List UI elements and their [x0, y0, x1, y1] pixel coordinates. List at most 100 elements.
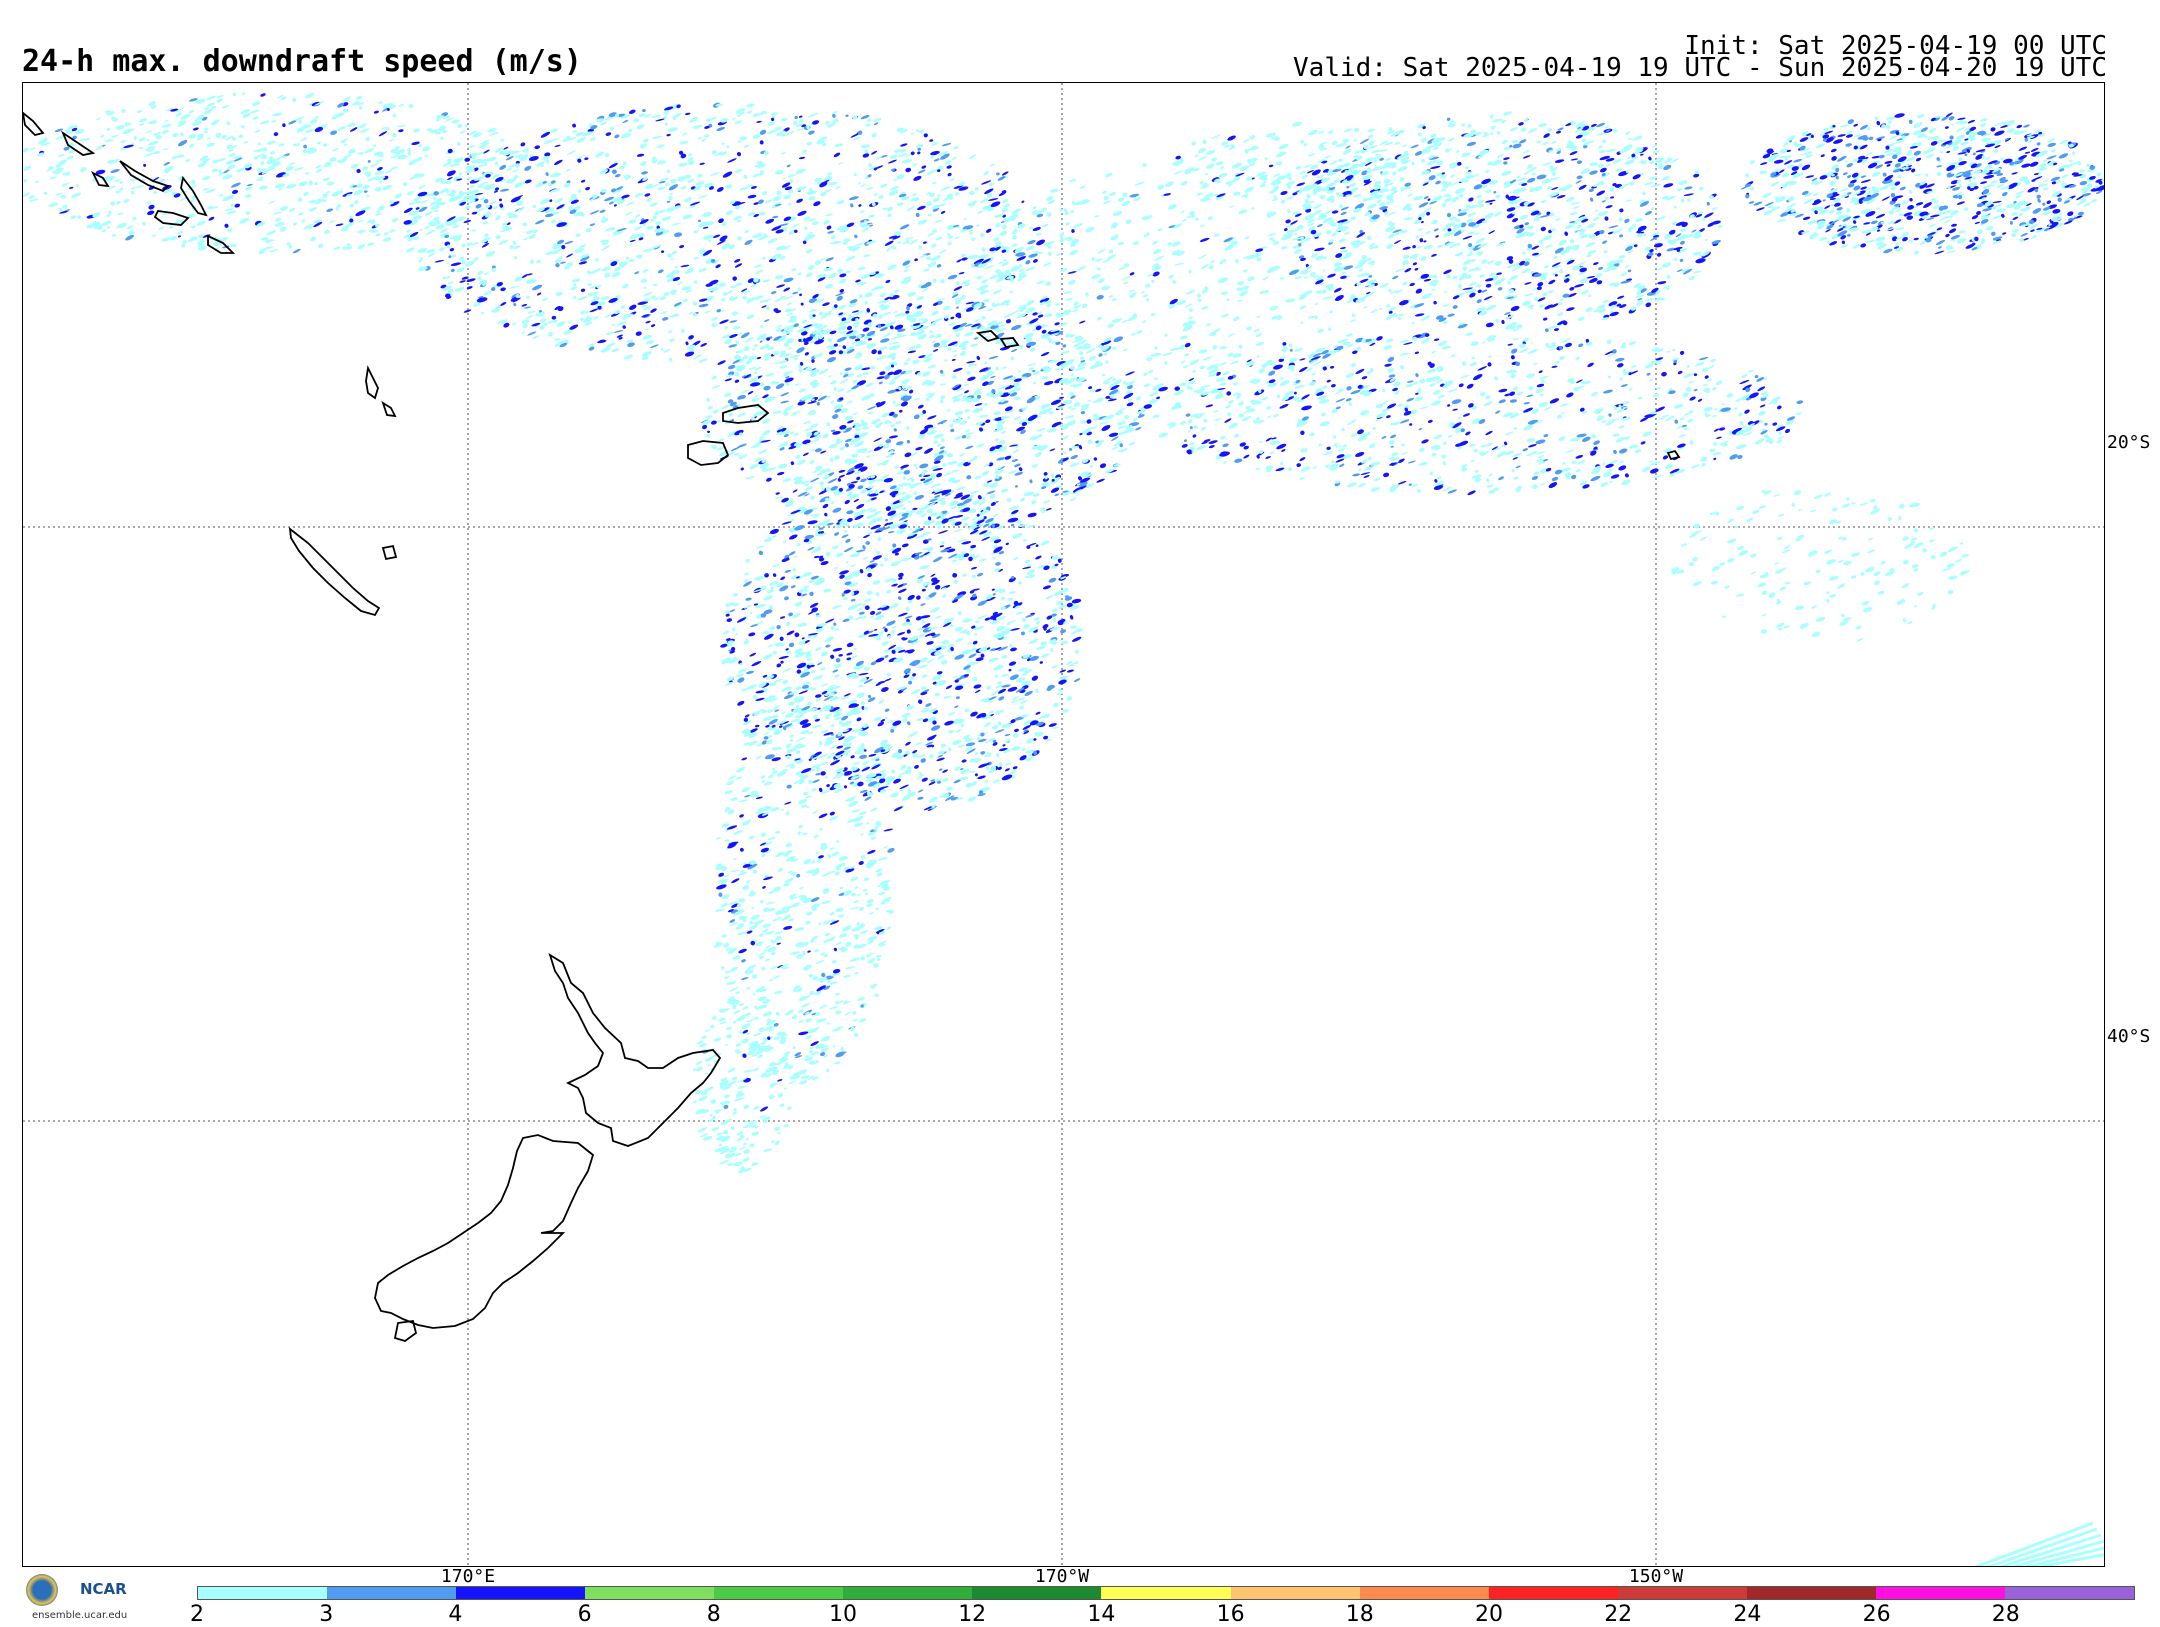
downdraft-speckle	[774, 169, 783, 175]
downdraft-speckle	[745, 1033, 750, 1035]
downdraft-speckle	[245, 211, 250, 216]
downdraft-speckle	[49, 176, 57, 180]
downdraft-speckle	[818, 311, 823, 315]
downdraft-speckle	[521, 331, 525, 334]
downdraft-speckle	[952, 358, 956, 361]
downdraft-speckle	[1021, 200, 1025, 203]
downdraft-speckle	[808, 591, 814, 597]
downdraft-speckle	[148, 140, 159, 146]
downdraft-speckle	[111, 234, 116, 238]
downdraft-speckle	[398, 129, 404, 133]
downdraft-speckle	[123, 198, 130, 204]
downdraft-speckle	[477, 270, 483, 276]
downdraft-speckle	[729, 320, 737, 324]
downdraft-speckle	[526, 229, 534, 235]
downdraft-speckle	[885, 438, 892, 444]
downdraft-speckle	[720, 902, 728, 908]
downdraft-speckle	[797, 459, 807, 467]
downdraft-speckle	[929, 330, 933, 334]
downdraft-speckle	[812, 221, 820, 226]
downdraft-speckle	[927, 232, 935, 236]
downdraft-speckle	[954, 410, 963, 416]
downdraft-speckle	[738, 332, 743, 336]
downdraft-speckle	[855, 242, 865, 247]
downdraft-speckle	[776, 723, 780, 727]
downdraft-speckle	[835, 551, 844, 558]
downdraft-speckle	[804, 427, 813, 431]
downdraft-speckle	[483, 290, 492, 296]
downdraft-speckle	[792, 567, 797, 572]
downdraft-speckle	[920, 254, 927, 259]
downdraft-speckle	[207, 137, 211, 140]
downdraft-speckle	[1002, 744, 1006, 747]
downdraft-speckle	[807, 546, 815, 551]
downdraft-speckle	[961, 257, 968, 261]
downdraft-speckle	[485, 250, 496, 258]
downdraft-speckle	[1009, 643, 1013, 648]
downdraft-speckle	[974, 689, 980, 693]
downdraft-speckle	[783, 277, 794, 283]
downdraft-speckle	[512, 240, 517, 245]
downdraft-speckle	[622, 119, 629, 124]
downdraft-speckle	[838, 474, 845, 478]
downdraft-speckle	[784, 801, 792, 805]
downdraft-speckle	[822, 919, 831, 925]
downdraft-speckle	[1007, 517, 1018, 524]
downdraft-speckle	[892, 368, 903, 376]
downdraft-speckle	[734, 168, 743, 174]
downdraft-speckle	[132, 216, 137, 221]
downdraft-speckle	[228, 152, 236, 158]
downdraft-speckle	[772, 767, 776, 771]
downdraft-speckle	[774, 931, 782, 935]
downdraft-speckle	[765, 901, 774, 905]
downdraft-speckle	[619, 165, 626, 170]
downdraft-speckle	[839, 378, 848, 385]
downdraft-speckle	[260, 92, 267, 97]
downdraft-speckle	[875, 550, 880, 555]
downdraft-speckle	[266, 140, 276, 145]
downdraft-speckle	[298, 180, 308, 187]
downdraft-speckle	[450, 268, 455, 273]
downdraft-speckle	[986, 685, 992, 691]
downdraft-speckle	[753, 694, 758, 700]
downdraft-speckle	[999, 230, 1008, 237]
downdraft-speckle	[921, 588, 926, 591]
downdraft-speckle	[747, 194, 756, 199]
downdraft-speckle	[797, 210, 808, 217]
downdraft-speckle	[375, 159, 383, 163]
downdraft-speckle	[870, 807, 879, 813]
downdraft-speckle	[921, 777, 928, 783]
downdraft-speckle	[523, 165, 532, 172]
downdraft-speckle	[522, 147, 530, 153]
downdraft-speckle	[988, 182, 994, 186]
downdraft-speckle	[1067, 669, 1075, 673]
downdraft-speckle	[302, 191, 309, 197]
downdraft-speckle	[853, 498, 859, 502]
downdraft-speckle	[899, 223, 910, 230]
downdraft-speckle	[35, 180, 40, 184]
downdraft-speckle	[762, 885, 766, 889]
downdraft-speckle	[983, 721, 991, 727]
downdraft-speckle	[863, 556, 869, 560]
downdraft-speckle	[897, 631, 906, 636]
downdraft-speckle	[941, 639, 950, 645]
downdraft-speckle	[1135, 395, 1141, 401]
downdraft-speckle	[989, 493, 996, 499]
downdraft-speckle	[550, 219, 556, 224]
downdraft-speckle	[702, 211, 713, 217]
downdraft-speckle	[892, 625, 897, 629]
downdraft-speckle	[932, 181, 937, 184]
downdraft-speckle	[1036, 427, 1046, 432]
downdraft-speckle	[659, 177, 669, 181]
downdraft-speckle	[822, 503, 829, 509]
downdraft-speckle	[885, 519, 889, 522]
downdraft-speckle	[316, 141, 321, 145]
downdraft-speckle	[797, 831, 802, 836]
downdraft-speckle	[794, 601, 803, 608]
downdraft-speckle	[1047, 428, 1058, 433]
downdraft-speckle	[786, 630, 795, 637]
downdraft-speckle	[897, 202, 904, 207]
downdraft-speckle	[803, 791, 809, 796]
downdraft-speckle	[914, 397, 921, 400]
downdraft-speckle	[1101, 424, 1112, 432]
